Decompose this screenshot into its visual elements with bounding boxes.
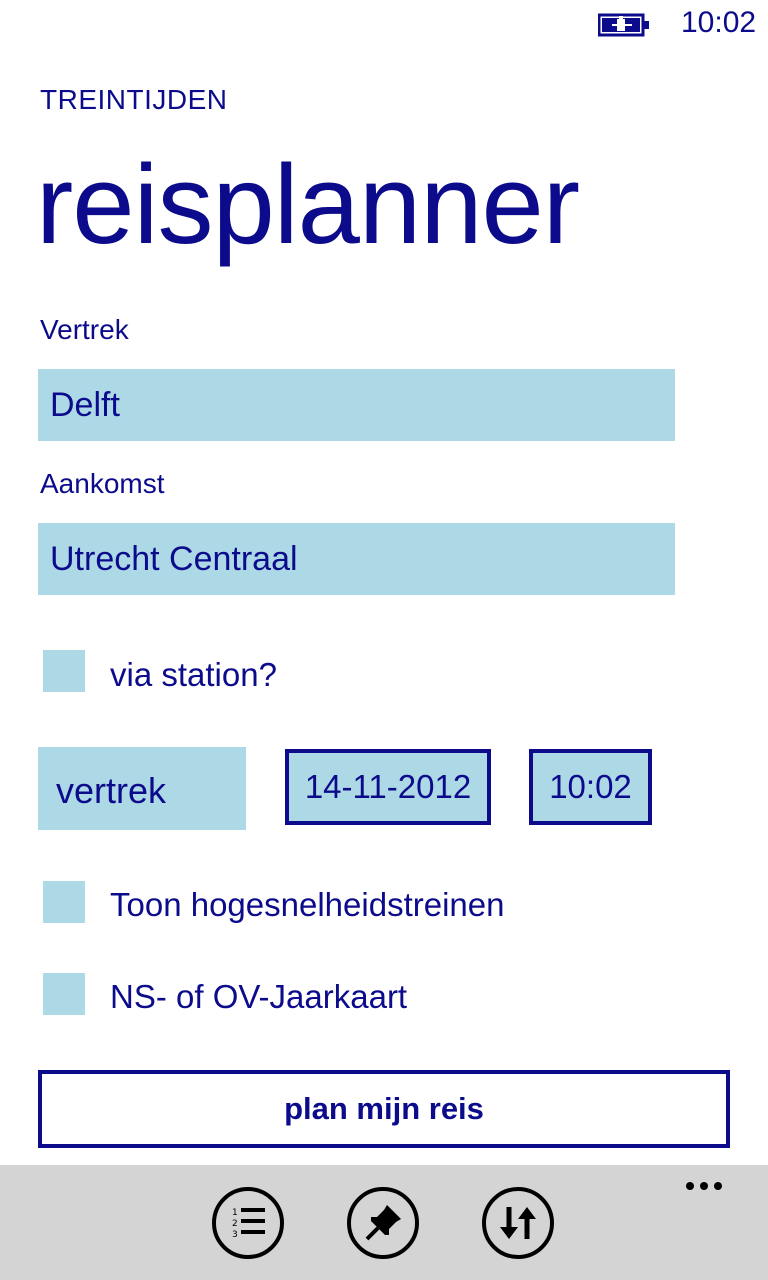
- svg-text:2: 2: [232, 1219, 238, 1229]
- list-icon: 1 2 3: [232, 1208, 265, 1240]
- app-title: TREINTIJDEN: [40, 84, 228, 115]
- swap-button[interactable]: [482, 1187, 554, 1259]
- via-station-label[interactable]: via station?: [110, 656, 277, 694]
- high-speed-checkbox[interactable]: [43, 881, 85, 923]
- arrival-label: Aankomst: [40, 468, 165, 499]
- time-mode-select[interactable]: vertrek: [38, 747, 246, 830]
- high-speed-label[interactable]: Toon hogesnelheidstreinen: [110, 886, 504, 924]
- svg-text:1: 1: [232, 1208, 238, 1218]
- status-time: 10:02: [681, 6, 757, 39]
- svg-text:3: 3: [232, 1230, 238, 1240]
- departure-label: Vertrek: [40, 314, 129, 345]
- arrival-input[interactable]: Utrecht Centraal: [38, 523, 675, 595]
- via-station-checkbox[interactable]: [43, 650, 85, 692]
- yearcard-checkbox[interactable]: [43, 973, 85, 1015]
- status-bar: 10:02: [0, 0, 768, 50]
- plan-trip-button[interactable]: plan mijn reis: [38, 1070, 730, 1148]
- pin-icon: [365, 1205, 401, 1241]
- page-title: reisplanner: [36, 142, 580, 267]
- yearcard-label[interactable]: NS- of OV-Jaarkaart: [110, 978, 407, 1016]
- more-icon[interactable]: [686, 1177, 732, 1197]
- swap-arrows-icon: [500, 1207, 536, 1239]
- pin-button[interactable]: [347, 1187, 419, 1259]
- departure-input[interactable]: Delft: [38, 369, 675, 441]
- battery-charging-icon: [598, 13, 649, 37]
- time-picker[interactable]: 10:02: [529, 749, 652, 825]
- app-bar: 1 2 3: [0, 1165, 768, 1280]
- list-button[interactable]: 1 2 3: [212, 1187, 284, 1259]
- date-picker[interactable]: 14-11-2012: [285, 749, 491, 825]
